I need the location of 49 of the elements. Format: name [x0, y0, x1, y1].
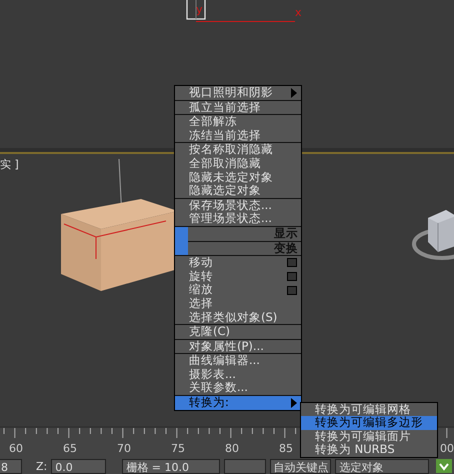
menu-item[interactable]: 冻结当前选择	[175, 128, 301, 142]
menu-item[interactable]: 对象属性(P)...	[175, 340, 301, 354]
submenu-arrow-icon	[291, 88, 297, 98]
menu-item[interactable]: 转换为可编辑多边形	[301, 416, 437, 430]
menu-item[interactable]: 保存场景状态...	[175, 198, 301, 212]
frame-number: 00	[440, 442, 454, 456]
menu-item[interactable]: 转换为可编辑面片	[301, 430, 437, 444]
menu-header: 显示	[175, 226, 301, 241]
menu-item[interactable]: 转换为可编辑网格	[301, 403, 437, 416]
viewport-label[interactable]: 实 ]	[0, 157, 19, 172]
menu-item[interactable]: 视口照明和阴影	[175, 86, 301, 100]
submenu-arrow-icon	[291, 398, 297, 408]
selection-dropdown[interactable]: 选定对象	[335, 458, 430, 474]
frame-number: 65	[63, 442, 77, 456]
menu-item[interactable]: 转换为 NURBS	[301, 443, 437, 457]
options-box-icon[interactable]	[287, 272, 297, 282]
menu-item[interactable]: 旋转	[175, 270, 301, 284]
menu-item[interactable]: 隐藏未选定对象	[175, 170, 301, 184]
options-box-icon[interactable]	[287, 258, 297, 268]
axis-label: y	[196, 4, 203, 16]
menu-item[interactable]: 孤立当前选择	[175, 100, 301, 114]
menu-item[interactable]: 全部取消隐藏	[175, 156, 301, 171]
check-dropdown-icon[interactable]	[436, 459, 452, 473]
frame-number: 80	[225, 442, 239, 456]
menu-item[interactable]: 选择类似对象(S)	[175, 310, 301, 324]
z-coordinate-field[interactable]: 0.0	[51, 458, 106, 474]
menu-item[interactable]: 关联参数...	[175, 381, 301, 396]
menu-item[interactable]: 移动	[175, 256, 301, 270]
menu-item[interactable]: 选择	[175, 296, 301, 310]
axis-label: x	[295, 7, 302, 19]
auto-key-button[interactable]: 自动关键点	[270, 458, 332, 474]
menu-header: 变换	[175, 240, 301, 256]
options-box-icon[interactable]	[287, 286, 297, 295]
frame-number: 85	[279, 442, 293, 456]
frame-number: 75	[171, 442, 185, 456]
menu-item[interactable]: 克隆(C)	[175, 325, 301, 339]
coordinate-field[interactable]: 8	[0, 458, 22, 474]
z-label: Z:	[36, 460, 48, 472]
menu-item[interactable]: 隐藏选定对象	[175, 184, 301, 198]
menu-item[interactable]: 曲线编辑器...	[175, 354, 301, 368]
menu-item[interactable]: 全部解冻	[175, 115, 301, 129]
menu-item[interactable]: 管理场景状态...	[175, 212, 301, 226]
menu-item[interactable]: 缩放	[175, 283, 301, 297]
menu-item[interactable]: 转换为:	[175, 396, 301, 410]
frame-number: 70	[117, 442, 131, 456]
grid-size-field: 栅格 = 10.0	[122, 458, 220, 474]
menu-item[interactable]: 摄影表...	[175, 368, 301, 382]
menu-item[interactable]: 按名称取消隐藏	[175, 143, 301, 157]
frame-number: 60	[9, 442, 23, 456]
